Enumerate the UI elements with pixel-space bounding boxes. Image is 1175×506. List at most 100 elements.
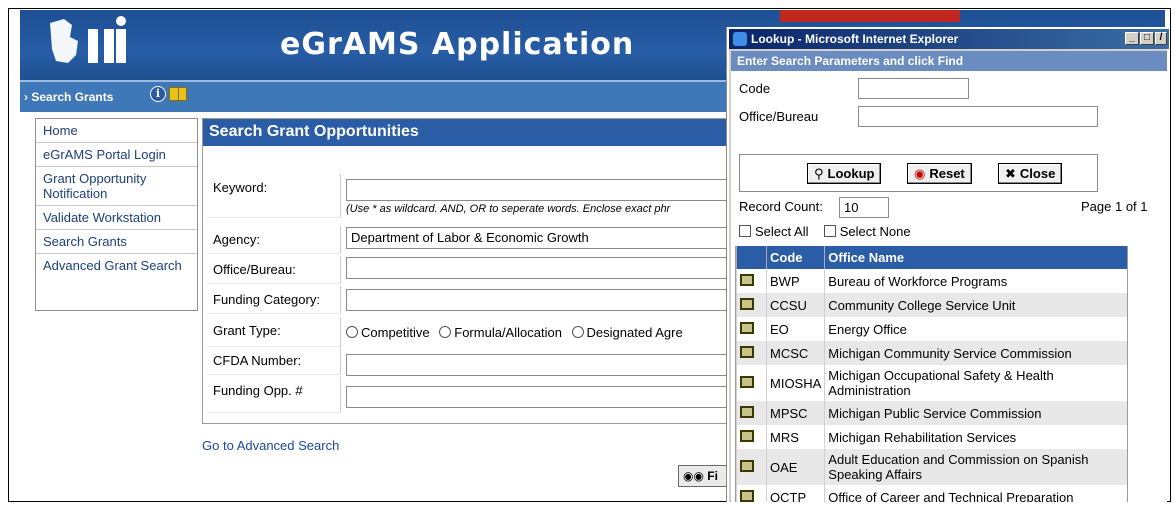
radio-formula[interactable] bbox=[439, 326, 452, 338]
row-office-name: Michigan Public Service Commission bbox=[824, 401, 1127, 425]
select-row-icon[interactable] bbox=[740, 375, 754, 388]
button-group: ⚲ Lookup ◉ Reset ✖ Close bbox=[739, 154, 1098, 192]
table-row[interactable]: CCSU Community College Service Unit bbox=[736, 293, 1127, 317]
row-office-name: Energy Office bbox=[824, 317, 1127, 341]
michigan-logo bbox=[50, 16, 126, 63]
row-office-name: Bureau of Workforce Programs bbox=[824, 269, 1127, 293]
row-office-name: Michigan Occupational Safety & Health Ad… bbox=[824, 365, 1127, 401]
row-code: BWP bbox=[765, 269, 825, 293]
table-row[interactable]: MPSC Michigan Public Service Commission bbox=[736, 401, 1127, 425]
select-row-icon[interactable] bbox=[740, 405, 754, 418]
row-office-name: Michigan Community Service Commission bbox=[824, 341, 1127, 365]
close-window-button[interactable]: / bbox=[1155, 32, 1167, 45]
grant-type-group: Competitive Formula/Allocation Designate… bbox=[346, 325, 689, 340]
results-table-wrap: Code Office Name BWP Bureau of Workforce… bbox=[735, 246, 1128, 502]
binoculars-icon: ◉◉ bbox=[683, 469, 704, 483]
table-row[interactable]: OAE Adult Education and Commission on Sp… bbox=[736, 449, 1127, 485]
page-info: Page 1 of 1 bbox=[1081, 199, 1148, 214]
select-row-icon[interactable] bbox=[740, 321, 754, 334]
sidebar-item-grant-notification[interactable]: Grant Opportunity Notification bbox=[36, 167, 197, 206]
agency-select[interactable]: Department of Labor & Economic Growth bbox=[346, 227, 746, 249]
table-row[interactable]: BWP Bureau of Workforce Programs bbox=[736, 269, 1127, 293]
close-button[interactable]: ✖ Close bbox=[998, 163, 1063, 184]
select-all-checkbox[interactable] bbox=[739, 225, 751, 237]
funding-category-label: Funding Category: bbox=[207, 286, 341, 314]
ie-icon bbox=[733, 32, 747, 46]
select-none-checkbox[interactable] bbox=[823, 225, 836, 237]
funding-opp-input[interactable] bbox=[346, 386, 746, 408]
row-code: MPSC bbox=[765, 401, 825, 425]
magnifier-icon: ⚲ bbox=[814, 166, 824, 181]
cfda-input[interactable] bbox=[346, 354, 746, 376]
row-code: EO bbox=[765, 317, 825, 341]
sidebar-item-validate-workstation[interactable]: Validate Workstation bbox=[36, 206, 197, 230]
funding-opp-label: Funding Opp. # bbox=[207, 377, 341, 413]
reset-button[interactable]: ◉ Reset bbox=[907, 163, 972, 184]
keyword-hint: (Use * as wildcard. AND, OR to seperate … bbox=[346, 203, 671, 215]
app-title: eGrAMS Application bbox=[280, 27, 635, 62]
lookup-button[interactable]: ⚲ Lookup bbox=[807, 163, 882, 184]
select-options: Select All Select None bbox=[739, 224, 911, 239]
table-scroll-area[interactable] bbox=[1128, 246, 1167, 502]
office-label: Office/Bureau: bbox=[207, 256, 341, 284]
sidebar-item-portal-login[interactable]: eGrAMS Portal Login bbox=[36, 143, 197, 167]
reset-icon: ◉ bbox=[914, 166, 926, 181]
record-count-label: Record Count: bbox=[739, 199, 823, 214]
table-row[interactable]: MIOSHA Michigan Occupational Safety & He… bbox=[736, 365, 1127, 401]
row-office-name: Michigan Rehabilitation Services bbox=[824, 425, 1127, 449]
maximize-button[interactable]: □ bbox=[1140, 32, 1154, 45]
grant-type-label: Grant Type: bbox=[207, 317, 341, 347]
funding-category-select[interactable] bbox=[346, 289, 746, 311]
info-icon[interactable]: i bbox=[150, 86, 166, 102]
panel-title: Search Grant Opportunities bbox=[203, 119, 741, 146]
keyword-input[interactable] bbox=[346, 179, 746, 201]
select-row-icon[interactable] bbox=[740, 297, 754, 310]
row-code: MCSC bbox=[765, 341, 825, 365]
keyword-label: Keyword: bbox=[207, 174, 341, 218]
row-code: OCTP bbox=[765, 485, 825, 502]
code-label: Code bbox=[739, 81, 771, 96]
select-row-icon[interactable] bbox=[740, 345, 754, 358]
code-column-header[interactable]: Code bbox=[765, 246, 825, 269]
lookup-titlebar[interactable]: Lookup - Microsoft Internet Explorer bbox=[729, 29, 1169, 49]
row-code: CCSU bbox=[765, 293, 825, 317]
select-column-header bbox=[736, 246, 767, 269]
book-icon[interactable] bbox=[169, 87, 187, 101]
minimize-button[interactable]: _ bbox=[1125, 32, 1139, 45]
lookup-window: Lookup - Microsoft Internet Explorer _ □… bbox=[727, 27, 1169, 502]
table-row[interactable]: OCTP Office of Career and Technical Prep… bbox=[736, 485, 1127, 502]
table-row[interactable]: MCSC Michigan Community Service Commissi… bbox=[736, 341, 1127, 365]
sidebar-item-home[interactable]: Home bbox=[36, 119, 197, 143]
search-panel: Search Grant Opportunities Keyword: (Use… bbox=[202, 118, 746, 424]
sidebar-item-search-grants[interactable]: Search Grants bbox=[36, 230, 197, 254]
table-row[interactable]: MRS Michigan Rehabilitation Services bbox=[736, 425, 1127, 449]
agency-label: Agency: bbox=[207, 226, 341, 254]
instruction-bar: Enter Search Parameters and click Find bbox=[731, 51, 1167, 71]
radio-competitive[interactable] bbox=[346, 326, 358, 338]
sidebar-nav: Home eGrAMS Portal Login Grant Opportuni… bbox=[35, 118, 198, 311]
close-icon: ✖ bbox=[1005, 166, 1016, 181]
results-table: Code Office Name BWP Bureau of Workforce… bbox=[736, 246, 1127, 502]
select-row-icon[interactable] bbox=[740, 273, 754, 286]
record-count-input[interactable]: 10 bbox=[839, 197, 889, 218]
row-office-name: Community College Service Unit bbox=[824, 293, 1127, 317]
row-code: OAE bbox=[765, 449, 825, 485]
lookup-body: Enter Search Parameters and click Find C… bbox=[731, 51, 1167, 502]
row-office-name: Office of Career and Technical Preparati… bbox=[824, 485, 1127, 502]
select-row-icon[interactable] bbox=[740, 489, 754, 502]
office-bureau-input[interactable] bbox=[858, 106, 1098, 127]
select-row-icon[interactable] bbox=[740, 429, 754, 442]
sidebar-item-advanced-search[interactable]: Advanced Grant Search bbox=[36, 254, 197, 277]
radio-designated[interactable] bbox=[571, 326, 584, 338]
code-input[interactable] bbox=[858, 78, 969, 99]
office-select[interactable] bbox=[346, 257, 746, 279]
advanced-search-link[interactable]: Go to Advanced Search bbox=[202, 438, 339, 453]
office-name-column-header[interactable]: Office Name bbox=[824, 246, 1127, 269]
table-row[interactable]: EO Energy Office bbox=[736, 317, 1127, 341]
row-code: MIOSHA bbox=[765, 365, 825, 401]
row-office-name: Adult Education and Commission on Spanis… bbox=[824, 449, 1127, 485]
section-title: › Search Grants bbox=[24, 90, 114, 104]
select-row-icon[interactable] bbox=[740, 459, 754, 472]
office-bureau-label: Office/Bureau bbox=[739, 109, 819, 124]
header-accent bbox=[780, 10, 960, 22]
